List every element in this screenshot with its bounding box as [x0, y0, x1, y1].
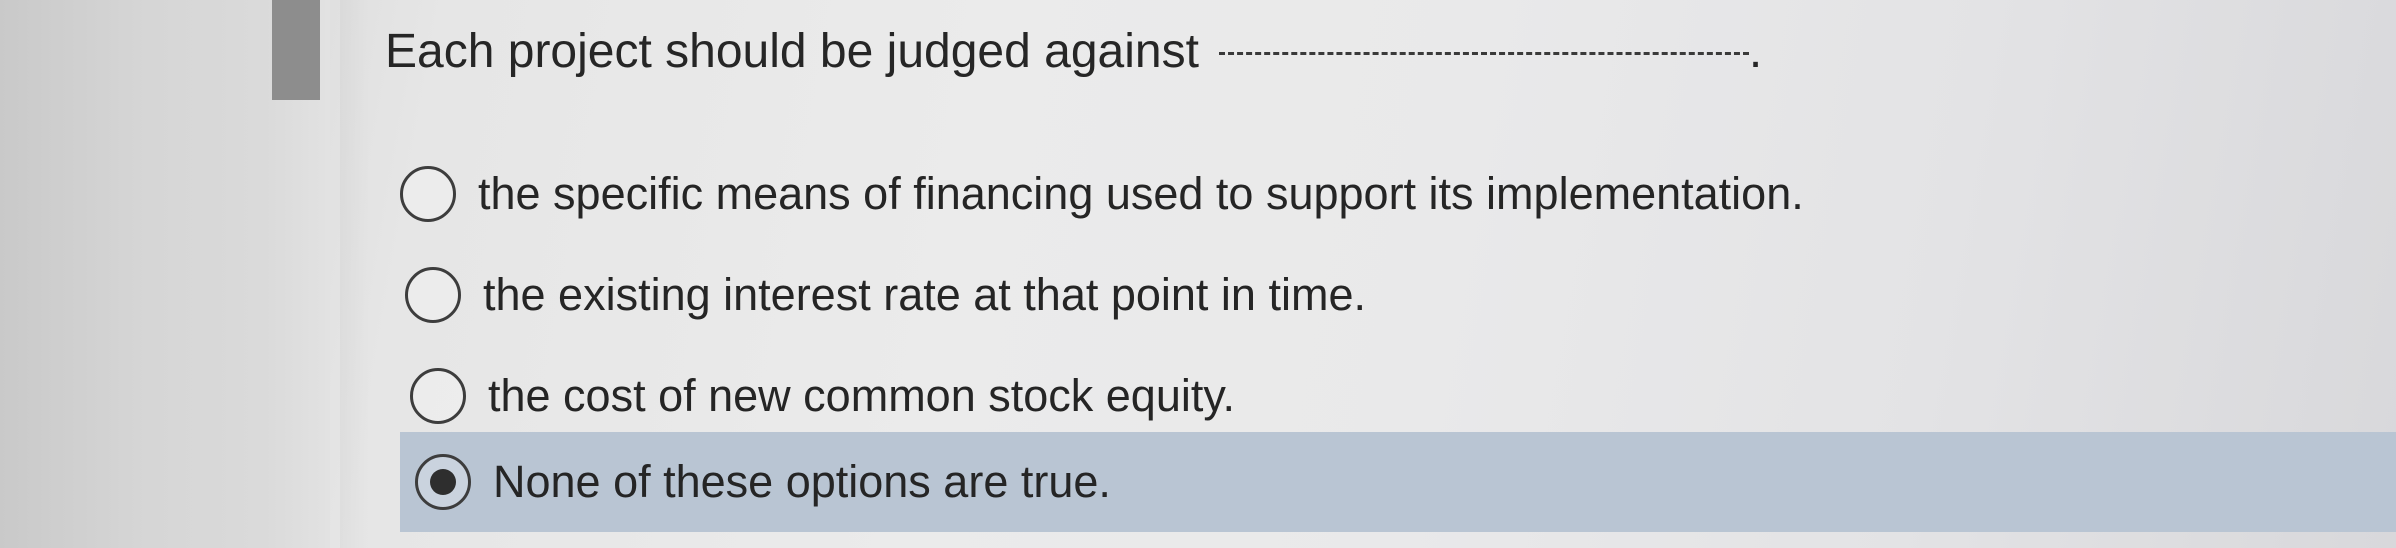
question-end-punct: .	[1748, 25, 1763, 78]
question-text: Each project should be judged against	[385, 25, 1199, 78]
radio-button-unselected[interactable]	[405, 267, 461, 323]
answer-option-label: None of these options are true.	[493, 456, 1111, 507]
answer-option-1[interactable]: the specific means of financing used to …	[400, 155, 1804, 233]
question-prompt: Each project should be judged against.	[385, 22, 1762, 82]
radio-button-unselected[interactable]	[400, 166, 456, 222]
answer-option-3[interactable]: the cost of new common stock equity.	[410, 357, 1235, 435]
answer-blank	[1218, 50, 1749, 55]
side-tab-marker	[272, 0, 320, 100]
answer-option-label: the existing interest rate at that point…	[483, 269, 1366, 320]
radio-button-selected[interactable]	[415, 454, 471, 510]
answer-option-2[interactable]: the existing interest rate at that point…	[405, 256, 1366, 334]
answer-option-4-selected[interactable]: None of these options are true.	[400, 432, 2396, 532]
answer-option-label: the cost of new common stock equity.	[488, 370, 1236, 421]
radio-button-unselected[interactable]	[410, 368, 466, 424]
answer-option-label: the specific means of financing used to …	[478, 168, 1804, 219]
panel-shadow	[340, 0, 370, 548]
